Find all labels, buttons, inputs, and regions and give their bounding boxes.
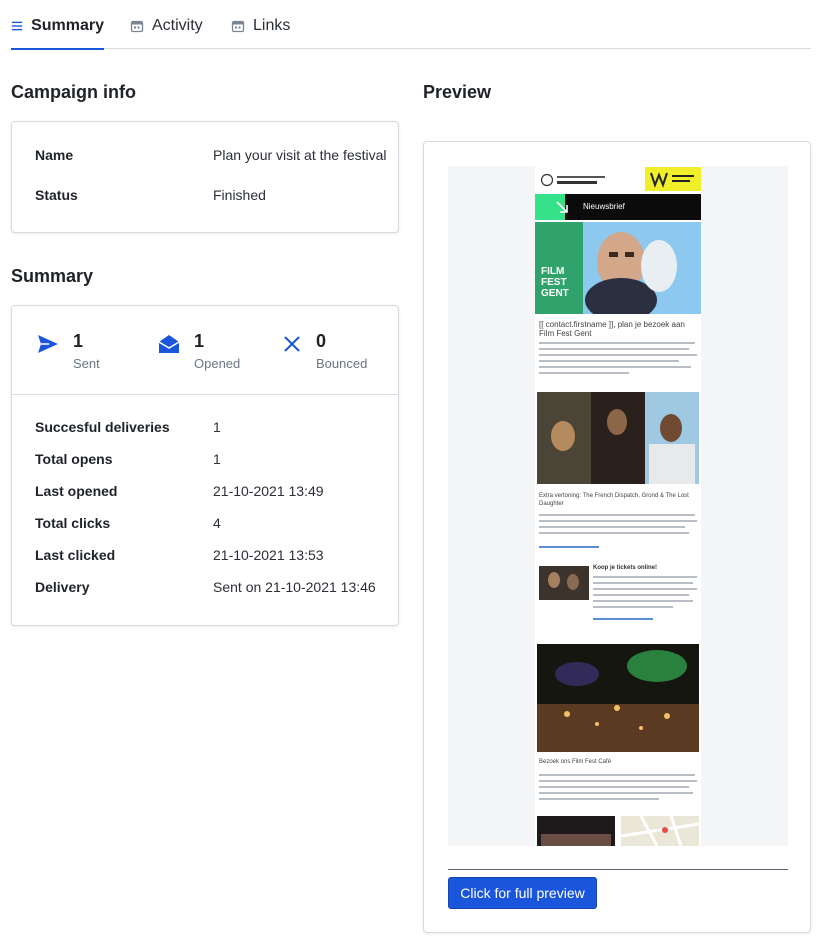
film-stills-image — [537, 392, 699, 484]
info-row-name: Name Plan your visit at the festival — [35, 147, 395, 167]
summary-value: 1 — [213, 451, 221, 467]
preview-card: Nieuwsbrief FILM FEST GENT [[ contact.fi… — [423, 141, 811, 933]
full-preview-button[interactable]: Click for full preview — [448, 877, 597, 909]
send-icon — [38, 335, 58, 353]
newsletter-body: Nieuwsbrief FILM FEST GENT [[ contact.fi… — [535, 166, 701, 846]
festival-logo — [540, 172, 611, 188]
summary-row: Total opens 1 — [35, 451, 395, 471]
summary-row: Last clicked 21-10-2021 13:53 — [35, 547, 395, 567]
tab-summary[interactable]: Summary — [11, 17, 104, 50]
stat-label: Opened — [194, 356, 241, 371]
close-icon — [284, 336, 300, 352]
info-key: Name — [35, 147, 74, 163]
preview-divider — [448, 869, 788, 870]
preview-title: Preview — [423, 82, 492, 102]
tab-links[interactable]: Links — [231, 17, 301, 49]
stat-value: 1 — [73, 331, 84, 351]
summary-value: 21-10-2021 13:49 — [213, 483, 324, 499]
summary-title: Summary — [11, 266, 94, 286]
stat-value: 1 — [194, 331, 205, 351]
list-icon — [11, 21, 23, 31]
newsletter-heading: Koop je tickets online! — [593, 565, 658, 571]
summary-value: 21-10-2021 13:53 — [213, 547, 324, 563]
info-value: Finished — [213, 187, 266, 203]
summary-card: 1 Sent 1 Opened 0 Bounced Succesful deli… — [11, 305, 399, 626]
tab-summary-label: Summary — [31, 17, 104, 34]
stat-sent: 1 Sent — [37, 330, 100, 371]
opened-envelope-icon — [158, 335, 180, 353]
newsletter-banner: Nieuwsbrief — [535, 194, 701, 220]
newsletter-heading: Extra vertoning: The French Dispatch, Gr… — [539, 493, 689, 507]
campaign-info-title: Campaign info — [11, 82, 136, 102]
summary-key: Last clicked — [35, 547, 116, 563]
poster-text: FILM FEST GENT — [541, 266, 569, 299]
summary-key: Total opens — [35, 451, 113, 467]
sponsor-logo — [645, 167, 701, 191]
info-key: Status — [35, 187, 78, 203]
info-value: Plan your visit at the festival — [213, 147, 387, 163]
map-image — [621, 816, 699, 846]
newsletter-heading: Bezoek ons Film Fest Café — [539, 759, 612, 765]
stat-bounced: 0 Bounced — [282, 330, 367, 371]
campaign-info-card: Name Plan your visit at the festival Sta… — [11, 121, 399, 233]
summary-value: 4 — [213, 515, 221, 531]
summary-key: Total clicks — [35, 515, 111, 531]
poster-image: FILM FEST GENT — [535, 222, 701, 314]
banner-label: Nieuwsbrief — [583, 202, 625, 211]
stat-label: Sent — [73, 356, 100, 371]
summary-value: 1 — [213, 419, 221, 435]
summary-row: Last opened 21-10-2021 13:49 — [35, 483, 395, 503]
calendar-icon — [130, 20, 144, 33]
cinema-image — [537, 816, 615, 846]
tab-bar: Summary Activity Links — [11, 0, 811, 50]
newsletter-heading: [[ contact.firstname ]], plan je bezoek … — [539, 320, 685, 338]
summary-row: Total clicks 4 — [35, 515, 395, 535]
info-row-status: Status Finished — [35, 187, 395, 207]
tab-links-label: Links — [253, 17, 291, 34]
stat-value: 0 — [316, 331, 327, 351]
tickets-thumbnail — [539, 566, 589, 600]
summary-key: Succesful deliveries — [35, 419, 170, 435]
summary-key: Last opened — [35, 483, 118, 499]
summary-divider — [12, 394, 398, 395]
stat-label: Bounced — [316, 356, 368, 371]
cafe-image — [537, 644, 699, 752]
calendar-icon — [231, 20, 245, 33]
newsletter-preview[interactable]: Nieuwsbrief FILM FEST GENT [[ contact.fi… — [448, 166, 788, 846]
stat-opened: 1 Opened — [158, 330, 240, 371]
summary-key: Delivery — [35, 579, 90, 595]
tab-activity-label: Activity — [152, 17, 203, 34]
summary-row: Succesful deliveries 1 — [35, 419, 395, 439]
summary-value: Sent on 21-10-2021 13:46 — [213, 579, 376, 595]
tab-activity[interactable]: Activity — [130, 17, 216, 49]
summary-row: Delivery Sent on 21-10-2021 13:46 — [35, 579, 395, 599]
